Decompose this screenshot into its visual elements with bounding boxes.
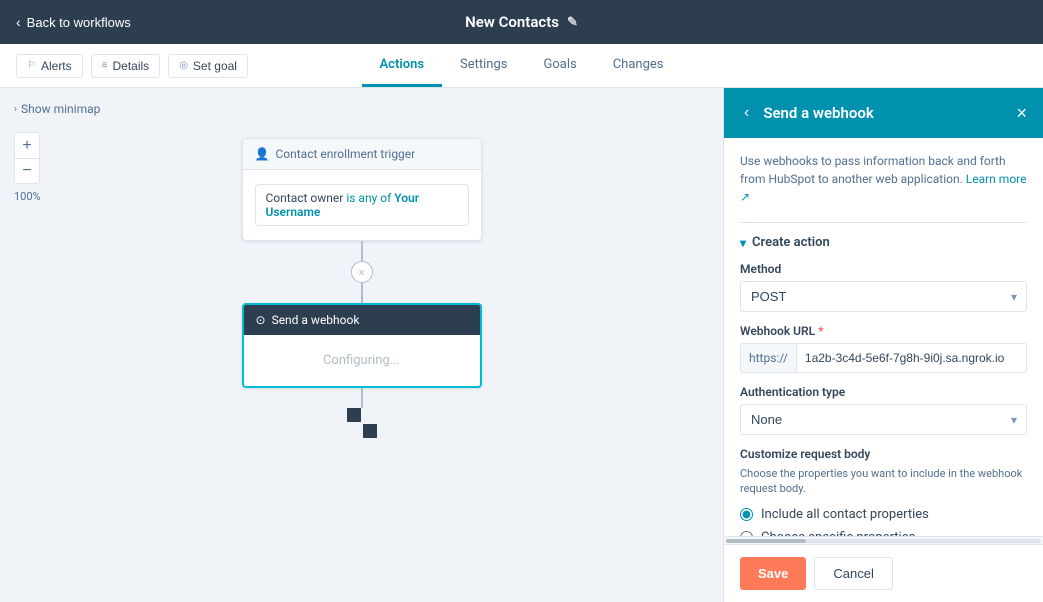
- panel-title: Send a webhook: [763, 104, 873, 122]
- workflow-canvas[interactable]: › Show minimap + − 100% 👤 Contact enroll…: [0, 88, 723, 602]
- set-goal-label: Set goal: [193, 59, 237, 73]
- scroll-thumb: [726, 539, 806, 543]
- trigger-header: 👤 Contact enrollment trigger: [243, 139, 481, 170]
- action-label: Send a webhook: [272, 313, 360, 327]
- panel-intro: Use webhooks to pass information back an…: [740, 152, 1027, 206]
- goal-icon: ◎: [179, 60, 188, 71]
- customize-body-form-group: Customize request body Choose the proper…: [740, 447, 1027, 536]
- action-body: Configuring...: [244, 335, 480, 386]
- tab-settings[interactable]: Settings: [442, 45, 525, 87]
- details-icon: ≡: [102, 60, 108, 71]
- panel-body: Use webhooks to pass information back an…: [724, 138, 1043, 536]
- panel-scrollbar[interactable]: [724, 536, 1043, 544]
- trigger-label: Contact enrollment trigger: [275, 147, 415, 161]
- back-label: Back to workflows: [27, 15, 131, 30]
- method-select-wrapper: POST GET ▾: [740, 281, 1027, 312]
- zoom-out-button[interactable]: −: [14, 158, 40, 184]
- plus-area: [347, 388, 377, 438]
- create-action-label: Create action: [752, 235, 830, 250]
- grid-cell-1: [347, 408, 361, 422]
- trigger-node[interactable]: 👤 Contact enrollment trigger Contact own…: [242, 138, 482, 241]
- grid-cell-3: [347, 424, 361, 438]
- back-to-workflows-button[interactable]: ‹ Back to workflows: [16, 14, 131, 30]
- create-action-section-header[interactable]: ▾ Create action: [740, 235, 1027, 250]
- main-layout: › Show minimap + − 100% 👤 Contact enroll…: [0, 88, 1043, 602]
- left-nav-buttons: ⚐ Alerts ≡ Details ◎ Set goal: [16, 54, 248, 78]
- filter-pill: Contact owner is any of Your Username: [255, 184, 469, 226]
- radio-all-input[interactable]: [740, 508, 753, 521]
- workflow-name: New Contacts: [465, 13, 559, 31]
- radio-all-contact-props[interactable]: Include all contact properties: [740, 507, 1027, 522]
- customize-body-label: Customize request body: [740, 447, 1027, 461]
- connector-line-1: [361, 241, 363, 261]
- url-prefix: https://: [741, 344, 797, 372]
- webhook-url-input[interactable]: [797, 344, 1026, 372]
- auth-type-label: Authentication type: [740, 385, 1027, 399]
- action-header: ⊙ Send a webhook: [244, 305, 480, 335]
- required-star: *: [818, 324, 823, 338]
- save-button[interactable]: Save: [740, 557, 806, 590]
- grid-cell-4: [363, 424, 377, 438]
- method-form-group: Method POST GET ▾: [740, 262, 1027, 312]
- connector-1: ×: [351, 241, 373, 303]
- nav-tabs: Actions Settings Goals Changes: [362, 45, 682, 87]
- enrollment-icon: 👤: [255, 147, 270, 161]
- workflow-title: New Contacts ✎: [465, 13, 578, 31]
- section-divider-1: [740, 222, 1027, 223]
- alerts-icon: ⚐: [27, 60, 36, 71]
- trigger-body: Contact owner is any of Your Username: [243, 170, 481, 240]
- filter-operator: is any of: [346, 191, 394, 205]
- method-label: Method: [740, 262, 1027, 276]
- alerts-label: Alerts: [41, 59, 72, 73]
- configuring-text: Configuring...: [323, 353, 400, 368]
- alerts-button[interactable]: ⚐ Alerts: [16, 54, 83, 78]
- action-node[interactable]: ⊙ Send a webhook Configuring...: [242, 303, 482, 388]
- radio-all-label: Include all contact properties: [761, 507, 929, 522]
- minimap-label: Show minimap: [21, 102, 100, 116]
- details-button[interactable]: ≡ Details: [91, 54, 161, 78]
- panel-header: ‹ Send a webhook ×: [724, 88, 1043, 138]
- auth-type-select[interactable]: None API Key OAuth2: [740, 404, 1027, 435]
- set-goal-button[interactable]: ◎ Set goal: [168, 54, 248, 78]
- zoom-in-button[interactable]: +: [14, 132, 40, 158]
- filter-property: Contact owner: [266, 191, 344, 205]
- tab-actions[interactable]: Actions: [362, 45, 443, 87]
- connector-line-2: [361, 283, 363, 303]
- panel-back-button[interactable]: ‹: [740, 100, 753, 126]
- webhook-icon: ⊙: [256, 313, 266, 327]
- scroll-track: [726, 539, 1041, 543]
- back-arrow-icon: ‹: [16, 14, 21, 30]
- tab-goals[interactable]: Goals: [525, 45, 594, 87]
- right-panel: ‹ Send a webhook × Use webhooks to pass …: [723, 88, 1043, 602]
- top-bar: ‹ Back to workflows New Contacts ✎: [0, 0, 1043, 44]
- details-label: Details: [113, 59, 150, 73]
- customize-desc: Choose the properties you want to includ…: [740, 466, 1027, 497]
- add-action-button[interactable]: [347, 408, 377, 438]
- panel-header-left: ‹ Send a webhook: [740, 100, 874, 126]
- method-select[interactable]: POST GET: [740, 281, 1027, 312]
- minimap-toggle[interactable]: › Show minimap: [14, 102, 100, 116]
- grid-cell-2: [363, 408, 377, 422]
- auth-type-form-group: Authentication type None API Key OAuth2 …: [740, 385, 1027, 435]
- workflow-area: 👤 Contact enrollment trigger Contact own…: [242, 138, 482, 438]
- webhook-url-form-group: Webhook URL * https://: [740, 324, 1027, 373]
- webhook-url-label: Webhook URL *: [740, 324, 1027, 338]
- tab-changes[interactable]: Changes: [595, 45, 682, 87]
- cancel-button[interactable]: Cancel: [814, 557, 892, 590]
- edit-title-icon[interactable]: ✎: [567, 15, 578, 30]
- panel-footer: Save Cancel: [724, 544, 1043, 602]
- sub-nav: ⚐ Alerts ≡ Details ◎ Set goal Actions Se…: [0, 44, 1043, 88]
- zoom-controls: + −: [14, 132, 40, 184]
- create-action-chevron: ▾: [740, 236, 746, 250]
- plus-connector-line: [361, 388, 363, 408]
- zoom-level: 100%: [14, 190, 41, 203]
- panel-close-button[interactable]: ×: [1016, 103, 1027, 124]
- webhook-url-input-wrapper: https://: [740, 343, 1027, 373]
- minimap-chevron-icon: ›: [14, 104, 17, 115]
- remove-connector-button[interactable]: ×: [351, 261, 373, 283]
- auth-type-select-wrapper: None API Key OAuth2 ▾: [740, 404, 1027, 435]
- radio-group: Include all contact properties Choose sp…: [740, 507, 1027, 536]
